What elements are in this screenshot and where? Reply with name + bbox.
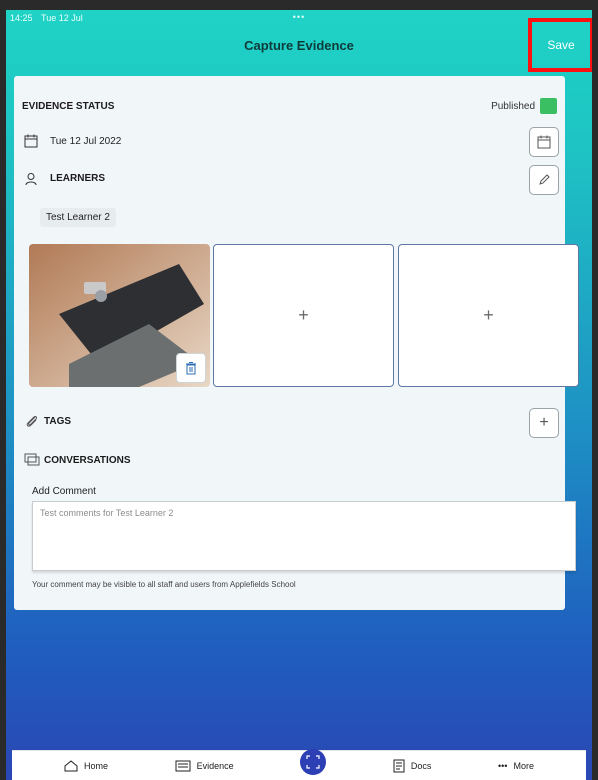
- scan-button[interactable]: [300, 748, 327, 775]
- date-picker-button[interactable]: [529, 127, 559, 157]
- learner-chip[interactable]: Test Learner 2: [40, 208, 116, 227]
- comment-textarea[interactable]: Test comments for Test Learner 2: [32, 501, 576, 571]
- multitasking-dots[interactable]: •••: [293, 12, 305, 22]
- home-icon: [64, 759, 78, 771]
- device-frame: 14:25 Tue 12 Jul ••• Capture Evidence Sa…: [0, 0, 598, 780]
- calendar-icon: [537, 135, 551, 149]
- plus-icon: +: [298, 305, 309, 325]
- plus-icon: +: [483, 305, 494, 325]
- chat-icon: [24, 453, 40, 472]
- tab-more-label: More: [513, 760, 534, 771]
- photo-tile[interactable]: [29, 244, 210, 387]
- evidence-icon: [175, 760, 191, 771]
- evidence-status-label: EVIDENCE STATUS: [22, 101, 115, 112]
- add-media-tile-2[interactable]: +: [213, 244, 394, 387]
- more-icon: •••: [498, 760, 508, 771]
- learners-label: LEARNERS: [50, 173, 106, 184]
- docs-icon: [393, 759, 405, 772]
- add-media-tile-3[interactable]: +: [398, 244, 579, 387]
- learner-icon: [24, 172, 38, 191]
- comment-visibility-note: Your comment may be visible to all staff…: [32, 580, 296, 589]
- plus-icon: +: [539, 414, 549, 431]
- trash-icon: [186, 362, 196, 375]
- conversations-label: CONVERSATIONS: [44, 455, 131, 466]
- pencil-icon: [539, 174, 550, 185]
- evidence-date: Tue 12 Jul 2022: [50, 136, 122, 147]
- edit-learners-button[interactable]: [529, 165, 559, 195]
- paperclip-icon: [24, 413, 40, 434]
- status-bar: 14:25 Tue 12 Jul: [10, 13, 83, 23]
- tab-evidence[interactable]: Evidence: [175, 760, 234, 772]
- tab-more[interactable]: ••• More: [498, 761, 534, 771]
- delete-photo-button[interactable]: [176, 353, 206, 383]
- status-date: Tue 12 Jul: [41, 13, 83, 23]
- page-title: Capture Evidence: [244, 38, 354, 53]
- app-screen: 14:25 Tue 12 Jul ••• Capture Evidence Sa…: [6, 10, 592, 780]
- scan-icon: [306, 754, 320, 769]
- save-button[interactable]: Save: [547, 38, 574, 52]
- add-comment-label: Add Comment: [32, 486, 96, 497]
- published-label: Published: [491, 101, 535, 112]
- tab-docs[interactable]: Docs: [393, 759, 432, 773]
- evidence-card: EVIDENCE STATUS Published Tue 12 Jul 202…: [14, 76, 579, 610]
- published-toggle[interactable]: [540, 98, 557, 114]
- bottom-tab-bar: Home Evidence Docs ••• More: [12, 748, 586, 780]
- tab-evidence-label: Evidence: [196, 760, 234, 771]
- add-tag-button[interactable]: +: [529, 408, 559, 438]
- tags-label: TAGS: [44, 416, 72, 427]
- calendar-icon: [24, 134, 38, 153]
- tab-home-label: Home: [84, 760, 109, 771]
- status-time: 14:25: [10, 13, 33, 23]
- tab-home[interactable]: Home: [64, 759, 109, 772]
- tab-docs-label: Docs: [410, 760, 432, 771]
- save-highlight: Save: [528, 18, 592, 72]
